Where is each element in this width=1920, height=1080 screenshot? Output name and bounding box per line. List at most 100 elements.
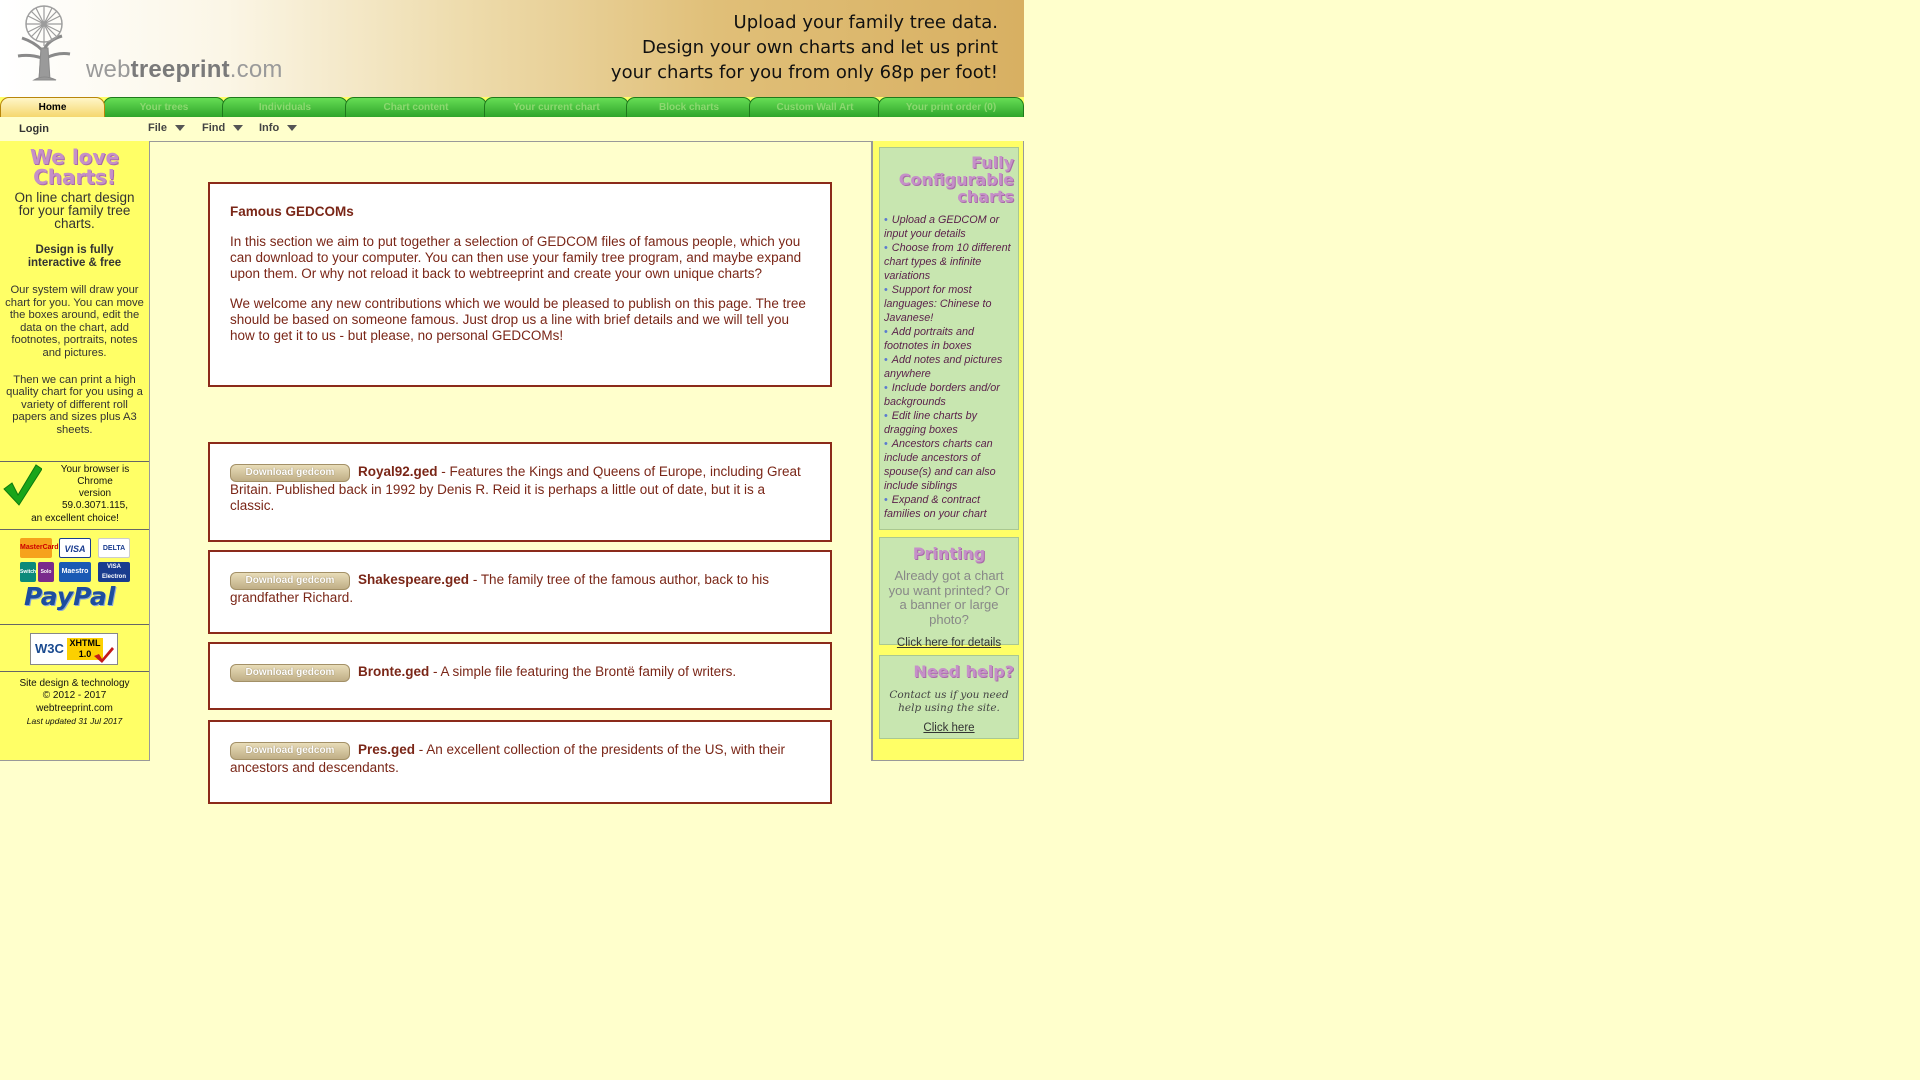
menu-bar: Login File Find Info	[0, 118, 1024, 140]
main-content: Famous GEDCOMs In this section we aim to…	[150, 141, 872, 804]
mastercard-icon: MasterCard	[20, 537, 59, 558]
left-paragraph-draw: Our system will draw your chart for you.…	[5, 284, 144, 359]
gedcom-name: Shakespeare.ged	[358, 572, 470, 587]
site-logo-text[interactable]: webtreeprint.com	[86, 56, 283, 84]
menu-file-label: File	[148, 122, 167, 134]
last-updated: Last updated 31 Jul 2017	[26, 716, 123, 727]
tagline-line: Design your own charts and let us print	[641, 37, 998, 58]
feature-item: Support for most languages: Chinese to J…	[884, 283, 1014, 325]
love-subtitle: On line chart design for your family tre…	[14, 190, 135, 231]
visa-electron-icon: VISA Electron	[98, 561, 130, 582]
login-link[interactable]: Login	[19, 123, 49, 135]
gedcom-item: Download gedcom Shakespeare.ged - The fam…	[208, 550, 832, 634]
love-line-2: Charts!	[33, 165, 116, 189]
feature-item: Add portraits and footnotes in boxes	[884, 325, 1014, 353]
feature-item: Upload a GEDCOM or input your details	[884, 213, 1014, 241]
w3c-badge-area: W3C XHTML 1.0	[0, 625, 149, 671]
delta-icon: DELTA	[98, 537, 130, 558]
gedcom-item: Download gedcom Pres.ged - An excellent c…	[208, 720, 832, 804]
browser-check-box: Your browser is Chrome version 59.0.3071…	[0, 460, 149, 529]
tab-your-print-order[interactable]: Your print order (0)	[878, 97, 1024, 117]
tab-your-trees[interactable]: Your trees	[103, 97, 225, 117]
credit-line: © 2012 - 2017	[42, 690, 107, 702]
feature-item: Include borders and/or backgrounds	[884, 381, 1014, 409]
tree-logo-icon[interactable]	[4, 2, 84, 82]
browser-line: 59.0.3071.115,	[62, 499, 128, 511]
tab-home[interactable]: Home	[0, 97, 105, 117]
w3c-xhtml-badge[interactable]: W3C XHTML 1.0	[30, 632, 118, 665]
credit-line: webtreeprint.com	[36, 702, 113, 714]
browser-line: Your browser is	[60, 463, 130, 475]
design-free-line-1: Design is fully	[35, 244, 114, 256]
features-title-line: charts	[957, 187, 1014, 206]
download-gedcom-button[interactable]: Download gedcom	[230, 742, 350, 760]
feature-item: Ancestors charts can include ancestors o…	[884, 437, 1014, 493]
tab-individuals[interactable]: Individuals	[222, 97, 348, 117]
gedcom-name: Royal92.ged	[358, 464, 438, 479]
logo-com: .com	[229, 56, 283, 83]
solo-icon: Solo	[38, 561, 54, 582]
payment-cards: MasterCard VISA DELTA Switch Solo Maestr…	[0, 530, 149, 624]
features-heading: Fully Configurable charts	[884, 154, 1014, 205]
we-love-charts-heading: We love Charts!	[0, 147, 149, 187]
feature-item: Add notes and pictures anywhere	[884, 353, 1014, 381]
help-panel: Need help? Contact us if you need help u…	[879, 655, 1019, 739]
checkmark-icon	[3, 463, 42, 506]
feature-item: Expand & contract families on your chart	[884, 493, 1014, 521]
intro-paragraph: We welcome any new contributions which w…	[230, 296, 806, 343]
printing-details-link[interactable]: Click here for details	[897, 637, 1001, 649]
download-gedcom-button[interactable]: Download gedcom	[230, 464, 350, 482]
features-title-line: Fully	[971, 153, 1014, 172]
browser-line: Chrome	[77, 475, 113, 487]
tab-your-current-chart[interactable]: Your current chart	[484, 97, 629, 117]
gedcom-item: Download gedcom Royal92.ged - Features th…	[208, 442, 832, 542]
right-sidebar: Fully Configurable charts Upload a GEDCO…	[872, 141, 1024, 761]
tagline-line: your charts for you from only 68p per fo…	[610, 62, 998, 83]
gedcom-description: - A simple file featuring the Brontë fam…	[429, 664, 737, 679]
intro-box: Famous GEDCOMs In this section we aim to…	[208, 182, 832, 387]
features-panel: Fully Configurable charts Upload a GEDCO…	[879, 147, 1019, 530]
love-line-1: We love	[29, 145, 120, 169]
menu-file[interactable]: File	[148, 122, 185, 134]
browser-line: version	[78, 487, 112, 499]
browser-status-text: Your browser is Chrome version 59.0.3071…	[42, 464, 148, 512]
help-heading: Need help?	[913, 662, 1014, 681]
checkmark-icon	[94, 646, 114, 663]
menu-info-label: Info	[259, 122, 280, 134]
menu-info[interactable]: Info	[259, 122, 298, 134]
chevron-down-icon	[287, 125, 298, 132]
divider	[0, 460, 149, 462]
design-free-heading: Design is fully interactive & free	[0, 244, 149, 270]
gedcom-name: Bronte.ged	[358, 664, 430, 679]
page-title: Famous GEDCOMs	[230, 204, 354, 219]
menu-find[interactable]: Find	[202, 122, 244, 134]
site-credits: Site design & technology © 2012 - 2017 w…	[0, 678, 149, 728]
maestro-icon: Maestro	[59, 561, 91, 582]
printing-panel: Printing Already got a chart you want pr…	[879, 537, 1019, 649]
chevron-down-icon	[174, 125, 185, 132]
w3c-label: W3C	[35, 640, 64, 656]
tab-block-charts[interactable]: Block charts	[626, 97, 752, 117]
download-gedcom-button[interactable]: Download gedcom	[230, 664, 350, 682]
help-text: Contact us if you need help using the si…	[889, 689, 1009, 714]
header-banner: webtreeprint.com Upload your family tree…	[0, 0, 1024, 98]
feature-item: Edit line charts by dragging boxes	[884, 409, 1014, 437]
printing-heading: Printing	[912, 544, 986, 563]
features-list: Upload a GEDCOM or input your details Ch…	[884, 213, 1014, 521]
left-sidebar: We love Charts! On line chart design for…	[0, 141, 150, 761]
chevron-down-icon	[233, 125, 244, 132]
tab-chart-content[interactable]: Chart content	[345, 97, 487, 117]
help-contact-link[interactable]: Click here	[923, 722, 974, 734]
design-free-line-2: interactive & free	[27, 257, 122, 269]
tab-custom-wall-art[interactable]: Custom Wall Art	[749, 97, 881, 117]
header-tagline: Upload your family tree data. Design you…	[611, 10, 998, 85]
download-gedcom-button[interactable]: Download gedcom	[230, 572, 350, 590]
logo-web: web	[86, 56, 131, 83]
logo-treeprint: treeprint	[130, 56, 230, 83]
tagline-line: Upload your family tree data.	[733, 12, 998, 33]
features-title-line: Configurable	[898, 170, 1014, 189]
left-paragraph-print: Then we can print a high quality chart f…	[6, 373, 143, 436]
credit-line: Site design & technology	[19, 677, 130, 689]
visa-icon: VISA	[59, 537, 91, 558]
gedcom-item: Download gedcom Bronte.ged - A simple fil…	[208, 642, 832, 710]
